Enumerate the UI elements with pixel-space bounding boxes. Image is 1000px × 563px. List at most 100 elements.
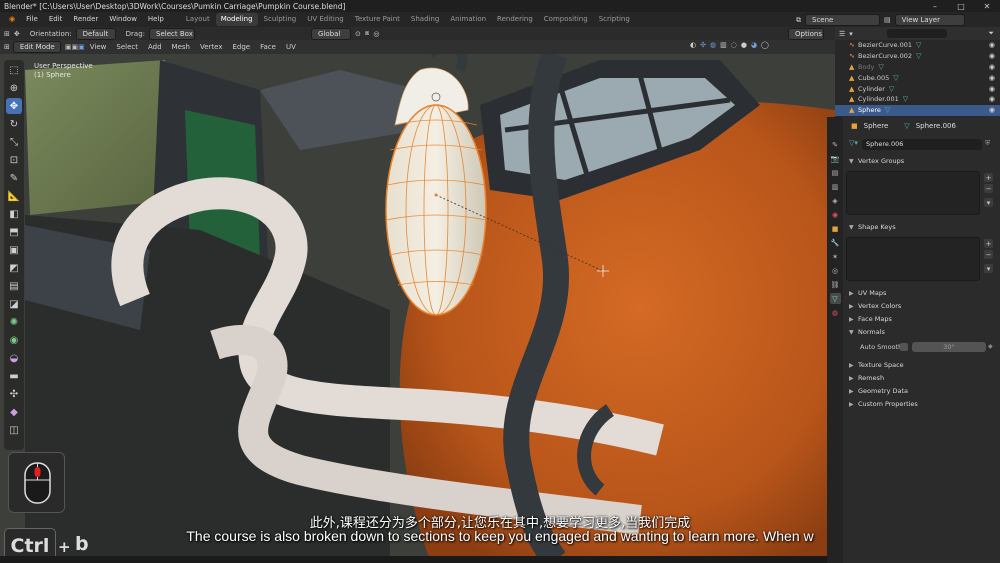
section-geometry-data[interactable]: ▶ Geometry Data (843, 385, 1000, 397)
shape-key-menu-button[interactable]: ▾ (984, 264, 993, 273)
tab-layout[interactable]: Layout (181, 13, 215, 26)
bevel-tool-icon[interactable]: ◩ (6, 260, 22, 276)
auto-smooth-angle-field[interactable]: 30° (912, 342, 986, 352)
auto-smooth-keyframe-icon[interactable]: ◆ (988, 343, 993, 350)
render-properties-icon[interactable]: 📷 (830, 153, 841, 164)
vertex-group-add-button[interactable]: + (984, 173, 993, 182)
view-layer-icon[interactable]: ▤ (884, 16, 891, 24)
edge-select-icon[interactable]: ▣ (72, 43, 79, 51)
editor-type-icon[interactable]: ⊞ (4, 30, 10, 38)
section-uv-maps[interactable]: ▶ UV Maps (843, 287, 1000, 299)
vertex-group-menu-button[interactable]: ▾ (984, 198, 993, 207)
extrude-tool-icon[interactable]: ⬒ (6, 224, 22, 240)
eye-icon[interactable]: ◉ (989, 74, 995, 82)
tab-shading[interactable]: Shading (406, 13, 444, 26)
filter-funnel-icon[interactable]: ⏷ (988, 29, 994, 38)
tab-animation[interactable]: Animation (445, 13, 491, 26)
shading-rendered-icon[interactable]: ◯ (761, 41, 769, 49)
section-face-maps[interactable]: ▶ Face Maps (843, 313, 1000, 325)
menu-render[interactable]: Render (68, 12, 103, 27)
tab-texture-paint[interactable]: Texture Paint (350, 13, 405, 26)
view-layer-selector[interactable]: View Layer (894, 14, 965, 26)
outliner-row[interactable]: ∿ BezierCurve.002 ▽ ◉ (835, 51, 1000, 62)
world-properties-icon[interactable]: ◉ (830, 209, 841, 220)
particles-properties-icon[interactable]: ✶ (830, 251, 841, 262)
menu-file[interactable]: File (21, 12, 43, 27)
eye-icon[interactable]: ◉ (989, 41, 995, 49)
menu-add[interactable]: Add (143, 41, 167, 54)
move-tool-icon[interactable]: ✥ (14, 30, 20, 38)
section-vertex-colors[interactable]: ▶ Vertex Colors (843, 300, 1000, 312)
pivot-icon[interactable]: ⊙ (355, 30, 361, 38)
tab-compositing[interactable]: Compositing (539, 13, 593, 26)
eye-icon[interactable]: ◉ (989, 63, 995, 71)
menu-view[interactable]: View (85, 41, 112, 54)
transform-tool-icon[interactable]: ⊡ (6, 152, 22, 168)
edge-slide-tool-icon[interactable]: ▬ (6, 368, 22, 384)
snap-icon[interactable]: ⧈ (365, 29, 369, 38)
move-tool-icon-shelf[interactable]: ✥ (6, 98, 22, 114)
eye-icon[interactable]: ◉ (989, 52, 995, 60)
tab-scripting[interactable]: Scripting (594, 13, 635, 26)
spin-tool-icon[interactable]: ◉ (6, 332, 22, 348)
shrink-fatten-tool-icon[interactable]: ✣ (6, 386, 22, 402)
select-box-tool-icon[interactable]: ⬚ (6, 62, 22, 78)
menu-face[interactable]: Face (255, 41, 281, 54)
transform-orientation-dropdown[interactable]: Global (311, 27, 351, 40)
mesh-data-properties-icon[interactable]: ▽ (829, 293, 841, 304)
minimize-button[interactable]: – (922, 0, 948, 12)
overlay-icon[interactable]: ◍ (710, 41, 716, 49)
section-shape-keys[interactable]: ▼ Shape Keys (843, 221, 1000, 233)
outliner-editor-icon[interactable]: ☰ (839, 30, 845, 38)
tool-properties-icon[interactable]: ✎ (830, 139, 841, 150)
xray-icon[interactable]: ▥ (720, 41, 727, 49)
close-button[interactable]: ✕ (974, 0, 1000, 12)
menu-uv[interactable]: UV (281, 41, 301, 54)
visibility-icon[interactable]: ◐ (690, 41, 696, 49)
annotate-tool-icon[interactable]: ✎ (6, 170, 22, 186)
section-custom-properties[interactable]: ▶ Custom Properties (843, 398, 1000, 410)
tab-modeling[interactable]: Modeling (215, 13, 258, 26)
scene-properties-icon[interactable]: ◈ (830, 195, 841, 206)
knife-tool-icon[interactable]: ◪ (6, 296, 22, 312)
output-properties-icon[interactable]: ▤ (830, 167, 841, 178)
auto-smooth-checkbox[interactable] (900, 343, 908, 351)
outliner-filter-icon[interactable]: ▾ (849, 30, 853, 38)
shading-material-icon[interactable]: ◕ (751, 41, 757, 49)
outliner-row[interactable]: ▲ Cylinder.001 ▽ ◉ (835, 94, 1000, 105)
tab-uv-editing[interactable]: UV Editing (302, 13, 349, 26)
inset-tool-icon[interactable]: ▣ (6, 242, 22, 258)
proportional-edit-icon[interactable]: ◎ (373, 30, 379, 38)
eye-icon[interactable]: ◉ (989, 85, 995, 93)
section-texture-space[interactable]: ▶ Texture Space (843, 359, 1000, 371)
view-layer-properties-icon[interactable]: ▥ (830, 181, 841, 192)
menu-help[interactable]: Help (143, 12, 169, 27)
physics-properties-icon[interactable]: ◎ (830, 265, 841, 276)
scene-icon[interactable]: ⧉ (796, 16, 801, 25)
blender-logo-icon[interactable]: ◉ (4, 12, 20, 27)
rip-tool-icon[interactable]: ◫ (6, 422, 22, 438)
shading-wireframe-icon[interactable]: ◌ (731, 41, 737, 49)
shape-keys-list[interactable] (846, 237, 980, 281)
scene-selector[interactable]: Scene (805, 14, 880, 26)
options-dropdown[interactable]: Options (788, 28, 824, 40)
add-cube-tool-icon[interactable]: ◧ (6, 206, 22, 222)
outliner-row[interactable]: ∿ BezierCurve.001 ▽ ◉ (835, 40, 1000, 51)
eye-icon[interactable]: ◉ (989, 95, 995, 103)
fake-user-shield-icon[interactable]: ⛨ (985, 139, 990, 148)
mode-dropdown[interactable]: Edit Mode (12, 41, 61, 53)
outliner-row[interactable]: ▲ Cylinder ▽ ◉ (835, 83, 1000, 94)
outliner-row[interactable]: ▲ Cube.005 ▽ ◉ (835, 72, 1000, 83)
shape-key-remove-button[interactable]: − (984, 250, 993, 259)
shading-solid-icon[interactable]: ● (741, 41, 747, 49)
shape-key-add-button[interactable]: + (984, 239, 993, 248)
tab-rendering[interactable]: Rendering (492, 13, 538, 26)
modifier-properties-icon[interactable]: 🔧 (830, 237, 841, 248)
section-remesh[interactable]: ▶ Remesh (843, 372, 1000, 384)
tab-sculpting[interactable]: Sculpting (259, 13, 302, 26)
menu-window[interactable]: Window (104, 12, 142, 27)
smooth-tool-icon[interactable]: ◒ (6, 350, 22, 366)
vertex-group-remove-button[interactable]: − (984, 184, 993, 193)
vertex-select-icon[interactable]: ▣ (65, 43, 72, 51)
gizmo-icon[interactable]: ✣ (700, 41, 706, 49)
